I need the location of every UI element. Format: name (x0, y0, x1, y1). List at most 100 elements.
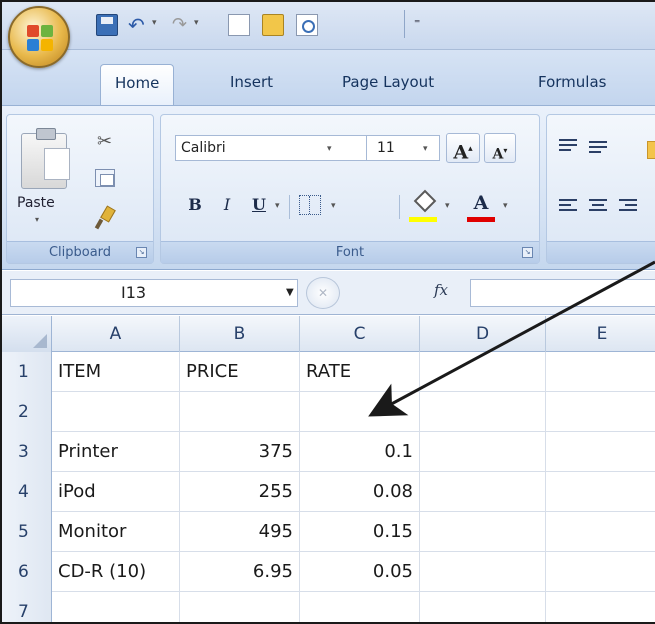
cell-c4[interactable]: 0.08 (300, 472, 420, 512)
cell-a3[interactable]: Printer (52, 432, 180, 472)
font-color-icon[interactable]: A (469, 191, 493, 215)
row-header[interactable]: 3 (0, 432, 52, 472)
cell-c2[interactable] (300, 392, 420, 432)
cell-a7[interactable] (52, 592, 180, 624)
column-header-e[interactable]: E (546, 316, 655, 352)
redo-icon[interactable]: ↷ (172, 14, 194, 36)
clipboard-launcher-icon[interactable]: ↘ (136, 247, 147, 258)
office-logo-icon (27, 25, 55, 53)
cell-e2[interactable] (546, 392, 655, 432)
cell-d3[interactable] (420, 432, 546, 472)
borders-icon[interactable] (299, 195, 321, 215)
row-header[interactable]: 5 (0, 512, 52, 552)
cell-d6[interactable] (420, 552, 546, 592)
align-left-icon[interactable] (557, 197, 579, 215)
font-name-box[interactable]: Calibri (175, 135, 371, 161)
column-header-d[interactable]: D (420, 316, 546, 352)
tab-page-layout[interactable]: Page Layout (328, 64, 448, 106)
cell-a2[interactable] (52, 392, 180, 432)
cell-b4[interactable]: 255 (180, 472, 300, 512)
underline-dropdown-icon[interactable]: ▾ (275, 201, 280, 211)
cell-d1[interactable] (420, 352, 546, 392)
cell-e6[interactable] (546, 552, 655, 592)
tab-formulas[interactable]: Formulas (524, 64, 620, 106)
name-box[interactable]: I13 (10, 279, 298, 307)
cell-d2[interactable] (420, 392, 546, 432)
table-row: 3 Printer 375 0.1 (0, 432, 655, 472)
font-color-dropdown-icon[interactable]: ▾ (503, 201, 508, 211)
separator (289, 195, 290, 219)
align-center-icon[interactable] (587, 197, 609, 215)
formula-cancel-icon[interactable]: ✕ (306, 277, 340, 309)
cell-d7[interactable] (420, 592, 546, 624)
borders-dropdown-icon[interactable]: ▾ (331, 201, 336, 211)
bottom-align-icon[interactable] (647, 141, 655, 159)
cell-c6[interactable]: 0.05 (300, 552, 420, 592)
cut-icon[interactable]: ✂ (97, 131, 112, 152)
save-icon[interactable] (96, 14, 118, 36)
column-header-b[interactable]: B (180, 316, 300, 352)
cell-c7[interactable] (300, 592, 420, 624)
cell-e1[interactable] (546, 352, 655, 392)
undo-dropdown-icon[interactable]: ▾ (152, 18, 157, 28)
row-header[interactable]: 6 (0, 552, 52, 592)
cell-a5[interactable]: Monitor (52, 512, 180, 552)
font-name-dropdown-icon[interactable]: ▾ (327, 144, 332, 154)
name-box-dropdown-icon[interactable]: ▼ (286, 287, 294, 298)
cell-c5[interactable]: 0.15 (300, 512, 420, 552)
cell-e4[interactable] (546, 472, 655, 512)
align-right-icon[interactable] (617, 197, 639, 215)
cell-e3[interactable] (546, 432, 655, 472)
cell-e7[interactable] (546, 592, 655, 624)
cell-e5[interactable] (546, 512, 655, 552)
top-align-icon[interactable] (557, 137, 579, 155)
middle-align-icon[interactable] (587, 137, 609, 155)
formula-input[interactable] (470, 279, 655, 307)
cell-d4[interactable] (420, 472, 546, 512)
cell-b3[interactable]: 375 (180, 432, 300, 472)
insert-function-icon[interactable]: fx (434, 281, 448, 299)
paste-dropdown-icon[interactable]: ▾ (35, 215, 39, 224)
print-preview-icon[interactable] (296, 14, 318, 36)
font-size-dropdown-icon[interactable]: ▾ (423, 144, 428, 154)
bold-button[interactable]: B (183, 191, 207, 219)
shrink-font-button[interactable]: A▾ (484, 133, 516, 163)
row-header[interactable]: 1 (0, 352, 52, 392)
font-launcher-icon[interactable]: ↘ (522, 247, 533, 258)
row-header[interactable]: 7 (0, 592, 52, 624)
grow-font-button[interactable]: A▴ (446, 133, 480, 163)
cell-c1[interactable]: RATE (300, 352, 420, 392)
tab-home[interactable]: Home (100, 64, 175, 106)
cell-b7[interactable] (180, 592, 300, 624)
cell-b5[interactable]: 495 (180, 512, 300, 552)
customize-toolbar-icon[interactable]: ⁼ (414, 16, 420, 30)
cell-a1[interactable]: ITEM (52, 352, 180, 392)
select-all-button[interactable] (0, 316, 52, 352)
redo-dropdown-icon[interactable]: ▾ (194, 18, 199, 28)
table-row: 4 iPod 255 0.08 (0, 472, 655, 512)
copy-icon[interactable] (95, 169, 115, 187)
underline-button[interactable]: U (247, 191, 271, 219)
office-button[interactable] (8, 6, 70, 68)
fill-color-dropdown-icon[interactable]: ▾ (445, 201, 450, 211)
cell-d5[interactable] (420, 512, 546, 552)
toolbar-separator (404, 10, 405, 38)
cell-b6[interactable]: 6.95 (180, 552, 300, 592)
row-header[interactable]: 4 (0, 472, 52, 512)
italic-button[interactable]: I (215, 191, 239, 219)
cell-a6[interactable]: CD-R (10) (52, 552, 180, 592)
column-header-c[interactable]: C (300, 316, 420, 352)
format-painter-icon[interactable] (95, 207, 117, 229)
undo-icon[interactable]: ↶ (128, 14, 150, 36)
fill-color-icon[interactable] (411, 191, 435, 215)
cell-b1[interactable]: PRICE (180, 352, 300, 392)
cell-a4[interactable]: iPod (52, 472, 180, 512)
new-document-icon[interactable] (228, 14, 250, 36)
column-header-a[interactable]: A (52, 316, 180, 352)
cell-b2[interactable] (180, 392, 300, 432)
row-header[interactable]: 2 (0, 392, 52, 432)
tab-insert[interactable]: Insert (216, 64, 287, 106)
font-size-box[interactable]: 11 (366, 135, 440, 161)
open-folder-icon[interactable] (262, 14, 284, 36)
cell-c3[interactable]: 0.1 (300, 432, 420, 472)
